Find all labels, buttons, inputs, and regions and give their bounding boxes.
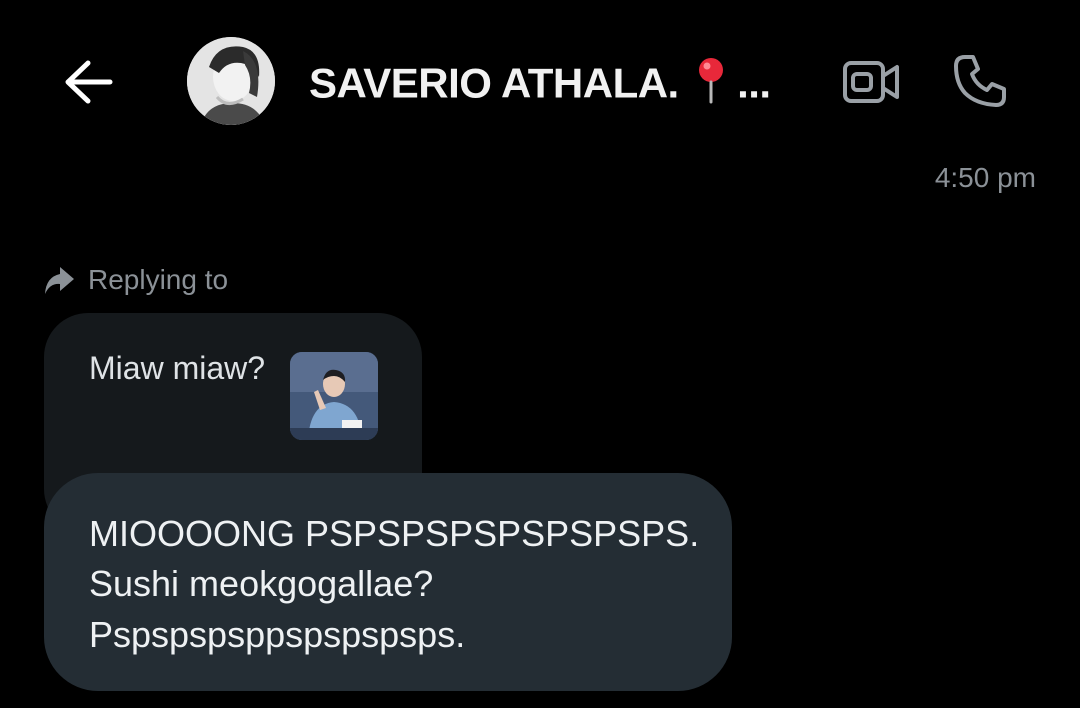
message-line: Pspspspsppspspspsps. [89,614,466,655]
message-line: MIOOOONG PSPSPSPSPSPSPSPS. [89,513,700,554]
reply-label: Replying to [88,264,229,295]
contact-name[interactable]: SAVERIO ATHALA. ... [309,56,809,110]
avatar-photo [187,37,275,125]
arrow-left-icon [65,60,113,104]
video-call-button[interactable] [838,52,904,112]
voice-call-button[interactable] [946,48,1014,114]
dm-conversation-screen: SAVERIO ATHALA. ... 4:50 pm Replying to [0,0,1080,708]
thumbnail-photo [290,352,378,440]
quoted-message-thumbnail[interactable] [290,352,378,440]
name-ellipsis: ... [737,59,771,107]
video-camera-icon [843,61,899,103]
contact-name-text: SAVERIO ATHALA. [309,59,679,107]
contact-avatar[interactable] [187,37,275,125]
reply-indicator: Replying to [42,260,228,300]
phone-icon [954,55,1006,107]
back-button[interactable] [56,52,120,112]
quoted-message-text: Miaw miaw? [89,350,266,386]
round-pushpin-icon [696,56,726,110]
message-line: Sushi meokgogallae? [89,563,434,604]
reply-arrow-icon [45,267,74,294]
message-timestamp: 4:50 pm [934,162,1036,193]
